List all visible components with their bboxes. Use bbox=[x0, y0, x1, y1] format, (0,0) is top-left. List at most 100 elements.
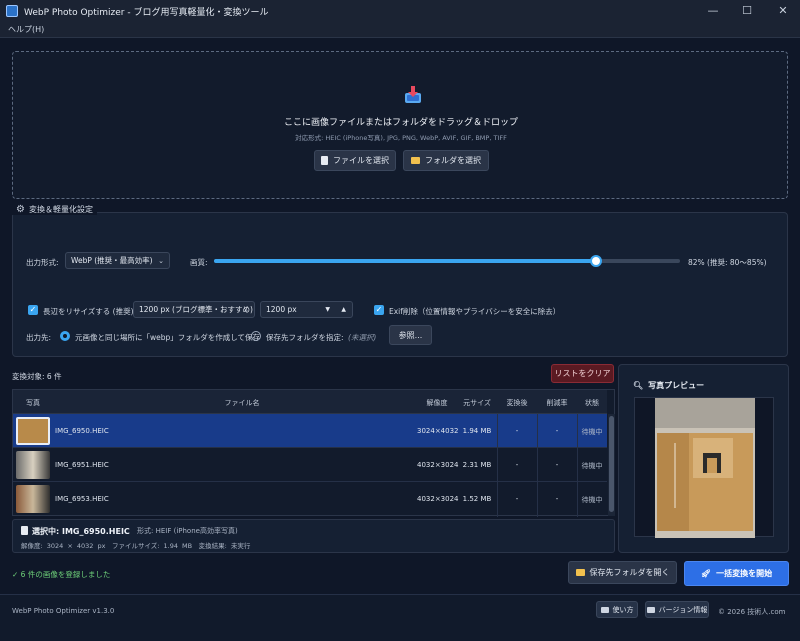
settings-header: ⚙ 変換＆軽量化設定 bbox=[12, 204, 97, 215]
row-rate: - bbox=[555, 495, 559, 503]
thumbnail-image bbox=[16, 485, 50, 513]
column-divider bbox=[497, 414, 498, 517]
row-filename: IMG_6953.HEIC bbox=[55, 495, 109, 503]
col-photo[interactable]: 写真 bbox=[15, 398, 51, 408]
selection-info: 選択中: IMG_6950.HEIC 形式: HEIF (iPhone高効率写真… bbox=[12, 519, 615, 553]
output-format-select[interactable]: WebP (推奨・最高効率) ⌄ bbox=[65, 252, 170, 269]
table-row[interactable]: IMG_6951.HEIC 4032×3024 2.31 MB - - 待機中 bbox=[13, 448, 607, 482]
window-title: WebP Photo Optimizer - ブログ用写真軽量化・変換ツール bbox=[24, 7, 269, 18]
scrollbar-thumb[interactable] bbox=[609, 416, 614, 512]
chevron-down-icon: ⌄ bbox=[158, 256, 164, 265]
preview-title: 写真プレビュー bbox=[648, 381, 705, 390]
menu-bar: ヘルプ(H) bbox=[0, 22, 800, 38]
resize-px-stepper[interactable]: 1200 px ▼ ▲ bbox=[260, 301, 353, 318]
select-file-label: ファイルを選択 bbox=[333, 156, 389, 165]
row-size: 1.94 MB bbox=[462, 427, 492, 435]
quality-label: 画質: bbox=[190, 258, 208, 267]
folder-icon bbox=[411, 157, 420, 164]
select-folder-button[interactable]: フォルダを選択 bbox=[403, 150, 489, 171]
how-to-button[interactable]: 使い方 bbox=[596, 601, 638, 618]
stepper-up-icon[interactable]: ▲ bbox=[341, 306, 346, 313]
stepper-down-icon[interactable]: ▼ bbox=[325, 306, 330, 313]
quality-slider[interactable] bbox=[214, 255, 680, 267]
app-icon bbox=[6, 5, 18, 17]
row-filename: IMG_6950.HEIC bbox=[55, 427, 109, 435]
resize-preset-select[interactable]: 1200 px (ブログ標準・おすすめ) ⌄ bbox=[133, 301, 255, 318]
selected-file-label: 選択中: IMG_6950.HEIC bbox=[32, 527, 130, 536]
gear-icon: ⚙ bbox=[16, 204, 25, 215]
selected-file-name: 選択中: IMG_6950.HEIC bbox=[21, 526, 130, 537]
table-header: 写真 ファイル名 解像度 元サイズ 変換後 削減率 状態 bbox=[13, 390, 607, 414]
status-message: ✓ 6 件の画像を登録しました bbox=[12, 570, 111, 579]
dest-same-folder-label: 元画像と同じ場所に「webp」フォルダを作成して保存 bbox=[75, 333, 261, 342]
dest-path: (未選択) bbox=[348, 333, 377, 342]
drop-title: ここに画像ファイルまたはフォルダをドラッグ＆ドロップ bbox=[283, 118, 518, 128]
exif-label: Exif削除（位置情報やプライバシーを安全に除去） bbox=[389, 307, 561, 316]
row-status: 待機中 bbox=[581, 462, 603, 470]
chevron-down-icon: ⌄ bbox=[243, 305, 249, 314]
col-reduction[interactable]: 削減率 bbox=[537, 398, 577, 408]
minimize-button[interactable]: — bbox=[696, 0, 730, 22]
version-info-button[interactable]: バージョン情報 bbox=[645, 601, 709, 618]
row-rate: - bbox=[555, 461, 559, 469]
browse-button[interactable]: 参照... bbox=[389, 325, 432, 345]
col-original-size[interactable]: 元サイズ bbox=[457, 398, 497, 408]
file-icon bbox=[21, 526, 28, 535]
col-status[interactable]: 状態 bbox=[577, 398, 607, 408]
rocket-icon: 🚀︎ bbox=[700, 569, 712, 578]
file-icon bbox=[321, 156, 328, 165]
thumbnail-image bbox=[16, 417, 50, 445]
dest-custom-label: 保存先フォルダを指定: bbox=[266, 333, 344, 342]
exif-checkbox[interactable]: ✓ bbox=[374, 305, 384, 315]
row-size: 2.31 MB bbox=[462, 461, 492, 469]
col-filename[interactable]: ファイル名 bbox=[53, 398, 431, 408]
output-dest-label: 出力先: bbox=[26, 333, 52, 342]
row-filename: IMG_6951.HEIC bbox=[55, 461, 109, 469]
table-row[interactable]: IMG_6950.HEIC 3024×4032 1.94 MB - - 待機中 bbox=[13, 414, 607, 448]
maximize-button[interactable]: ☐ bbox=[730, 0, 764, 22]
dest-custom-radio[interactable] bbox=[251, 331, 261, 341]
preview-image bbox=[634, 397, 774, 538]
close-button[interactable]: ✕ bbox=[766, 0, 800, 22]
preview-photo bbox=[655, 398, 755, 538]
row-after: - bbox=[515, 427, 519, 435]
select-folder-label: フォルダを選択 bbox=[425, 156, 481, 165]
thumbnail-image bbox=[16, 451, 50, 479]
settings-title: 変換＆軽量化設定 bbox=[28, 205, 93, 214]
start-conversion-button[interactable]: 🚀︎ 一括変換を開始 bbox=[684, 561, 789, 586]
resize-checkbox[interactable]: ✓ bbox=[28, 305, 38, 315]
selected-file-meta: 解像度: 3024 × 4032 px ファイルサイズ: 1.94 MB 変換結… bbox=[21, 542, 251, 550]
quality-slider-thumb[interactable] bbox=[590, 255, 603, 267]
quality-value: 82% (推奨: 80〜85%) bbox=[688, 258, 767, 267]
table-scrollbar[interactable] bbox=[608, 414, 615, 516]
select-file-button[interactable]: ファイルを選択 bbox=[314, 150, 396, 171]
dest-same-folder-radio[interactable] bbox=[60, 331, 70, 341]
row-rate: - bbox=[555, 427, 559, 435]
app-version: WebP Photo Optimizer v1.3.0 bbox=[12, 607, 115, 615]
title-bar: WebP Photo Optimizer - ブログ用写真軽量化・変換ツール —… bbox=[0, 0, 800, 22]
footer: WebP Photo Optimizer v1.3.0 使い方 バージョン情報 … bbox=[0, 594, 800, 641]
open-folder-label: 保存先フォルダを開く bbox=[589, 568, 670, 577]
row-size: 1.52 MB bbox=[462, 495, 492, 503]
preview-header: 🔍︎ 写真プレビュー bbox=[633, 380, 704, 391]
resize-preset-value: 1200 px (ブログ標準・おすすめ) bbox=[139, 305, 253, 314]
info-icon bbox=[646, 606, 655, 613]
folder-icon bbox=[575, 569, 585, 576]
selected-file-format: 形式: HEIF (iPhone高効率写真) bbox=[137, 527, 238, 535]
open-output-folder-button[interactable]: 保存先フォルダを開く bbox=[568, 561, 677, 584]
file-table: 写真 ファイル名 解像度 元サイズ 変換後 削減率 状態 IMG_6950.HE… bbox=[12, 389, 615, 517]
column-divider bbox=[577, 414, 578, 517]
col-resolution[interactable]: 解像度 bbox=[417, 398, 457, 408]
row-resolution: 4032×3024 bbox=[417, 461, 459, 469]
quality-slider-fill bbox=[214, 259, 597, 263]
clear-list-button[interactable]: リストをクリア bbox=[551, 364, 614, 383]
drop-zone[interactable]: ここに画像ファイルまたはフォルダをドラッグ＆ドロップ 対応形式: HEIC (i… bbox=[12, 51, 788, 199]
magnifier-icon: 🔍︎ bbox=[633, 381, 644, 390]
version-info-label: バージョン情報 bbox=[658, 605, 708, 614]
book-icon bbox=[600, 606, 609, 613]
table-row[interactable]: IMG_6953.HEIC 4032×3024 1.52 MB - - 待機中 bbox=[13, 482, 607, 517]
preview-panel: 🔍︎ 写真プレビュー bbox=[618, 364, 789, 553]
col-after-size[interactable]: 変換後 bbox=[497, 398, 537, 408]
row-status: 待機中 bbox=[581, 428, 603, 436]
menu-help[interactable]: ヘルプ(H) bbox=[8, 24, 44, 35]
